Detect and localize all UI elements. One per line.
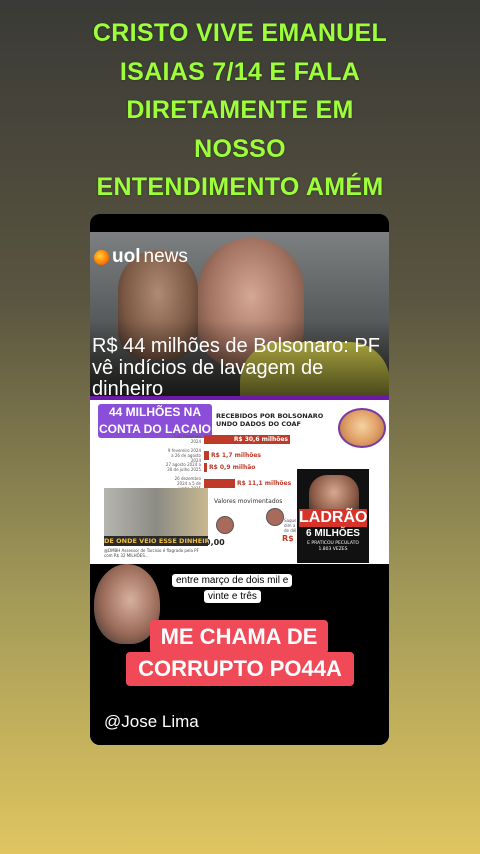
bar-amount: R$ 11,1 milhões [237, 480, 292, 487]
bar-fill [204, 479, 235, 488]
inset-caption: DE ONDE VEIO ESSE DINHEIRO [104, 536, 208, 546]
infographic-header-line2: UNDO DADOS DO COAF [216, 420, 301, 428]
bar-fill [204, 462, 207, 472]
bar-date: 27 agosto 2024 a 30 de julho 2025 [165, 462, 201, 472]
caption-zone: entre março de dois mil e vinte e três M… [90, 564, 389, 745]
infographic-panel: 44 MILHÕES NA CONTA DO LACAIO RECEBIDOS … [90, 396, 389, 572]
headline-line: CRISTO VIVE EMANUEL [92, 19, 388, 47]
headline-line: ISAIAS 7/14 E FALA [119, 57, 361, 86]
news-title: R$ 44 milhões de Bolsonaro: PF vê indíci… [92, 335, 380, 400]
author-handle[interactable]: @Jose Lima [104, 712, 199, 732]
bar-fill: R$ 30,6 milhões [204, 434, 290, 444]
red-caption: ME CHAMA DE [150, 620, 328, 654]
cover-title: LADRÃO [299, 509, 368, 527]
logo-brand: uol [112, 246, 141, 267]
cover-subtitle: 6 MILHÕES [306, 528, 360, 539]
infographic-header: RECEBIDOS POR BOLSONARO UNDO DADOS DO CO… [216, 412, 323, 428]
amount-label: 44 MILHÕES NA CONTA DO LACAIO [98, 404, 212, 438]
headline-line: NOSSO [194, 134, 286, 163]
bar-amount: R$ 0,9 milhão [209, 463, 256, 471]
infographic-header-line1: RECEBIDOS POR BOLSONARO [216, 412, 324, 420]
inset-note: @DMBH Assessor de Tarcísio é flagrado pe… [104, 548, 199, 558]
amount-label-line1: 44 MILHÕES NA [108, 405, 201, 419]
headline-line: ENTENDIMENTO AMÉM [96, 173, 384, 201]
bar-row: 9 fevereiro 2024 a 26 de agosto 2024 R$ … [165, 448, 261, 463]
subtitle-line: vinte e três [204, 590, 261, 603]
bar-amount: R$ 1,7 milhões [211, 452, 262, 459]
logo-suffix: news [143, 246, 188, 267]
bar-fill [204, 451, 209, 460]
uol-logo-icon [94, 249, 109, 265]
uol-news-logo: uol news [94, 246, 188, 268]
avatar [216, 516, 234, 534]
video-card[interactable]: uol news R$ 44 milhões de Bolsonaro: PF … [90, 214, 389, 745]
bar-row: 27 agosto 2024 a 30 de julho 2025 R$ 0,9… [165, 462, 256, 472]
red-caption: CORRUPTO PO44A [126, 652, 354, 686]
news-photo: uol news R$ 44 milhões de Bolsonaro: PF … [90, 232, 389, 410]
book-cover: LADRÃO 6 MILHÕES E PRATICOU PECULATO 1.8… [296, 468, 370, 564]
avatar [266, 508, 284, 526]
cover-note-line: 1.803 VEZES [318, 547, 348, 552]
cartoon-mascot-icon [338, 408, 386, 448]
headline-text: CRISTO VIVE EMANUEL ISAIAS 7/14 E FALA D… [40, 14, 440, 207]
bar-date: 9 fevereiro 2024 a 26 de agosto 2024 [167, 448, 201, 463]
subtitle-line: entre março de dois mil e [172, 574, 293, 587]
valores-label: Valores movimentados [214, 498, 283, 505]
bar-row: 7 de fevereiro 2024 R$ 30,6 milhões [165, 434, 290, 444]
headline-line: DIRETAMENTE EM [126, 96, 354, 124]
bar-amount: R$ 30,6 milhões [233, 435, 288, 443]
bar-date: 7 de fevereiro 2024 [173, 434, 201, 444]
cover-note: E PRATICOU PECULATO 1.803 VEZES [297, 541, 369, 553]
